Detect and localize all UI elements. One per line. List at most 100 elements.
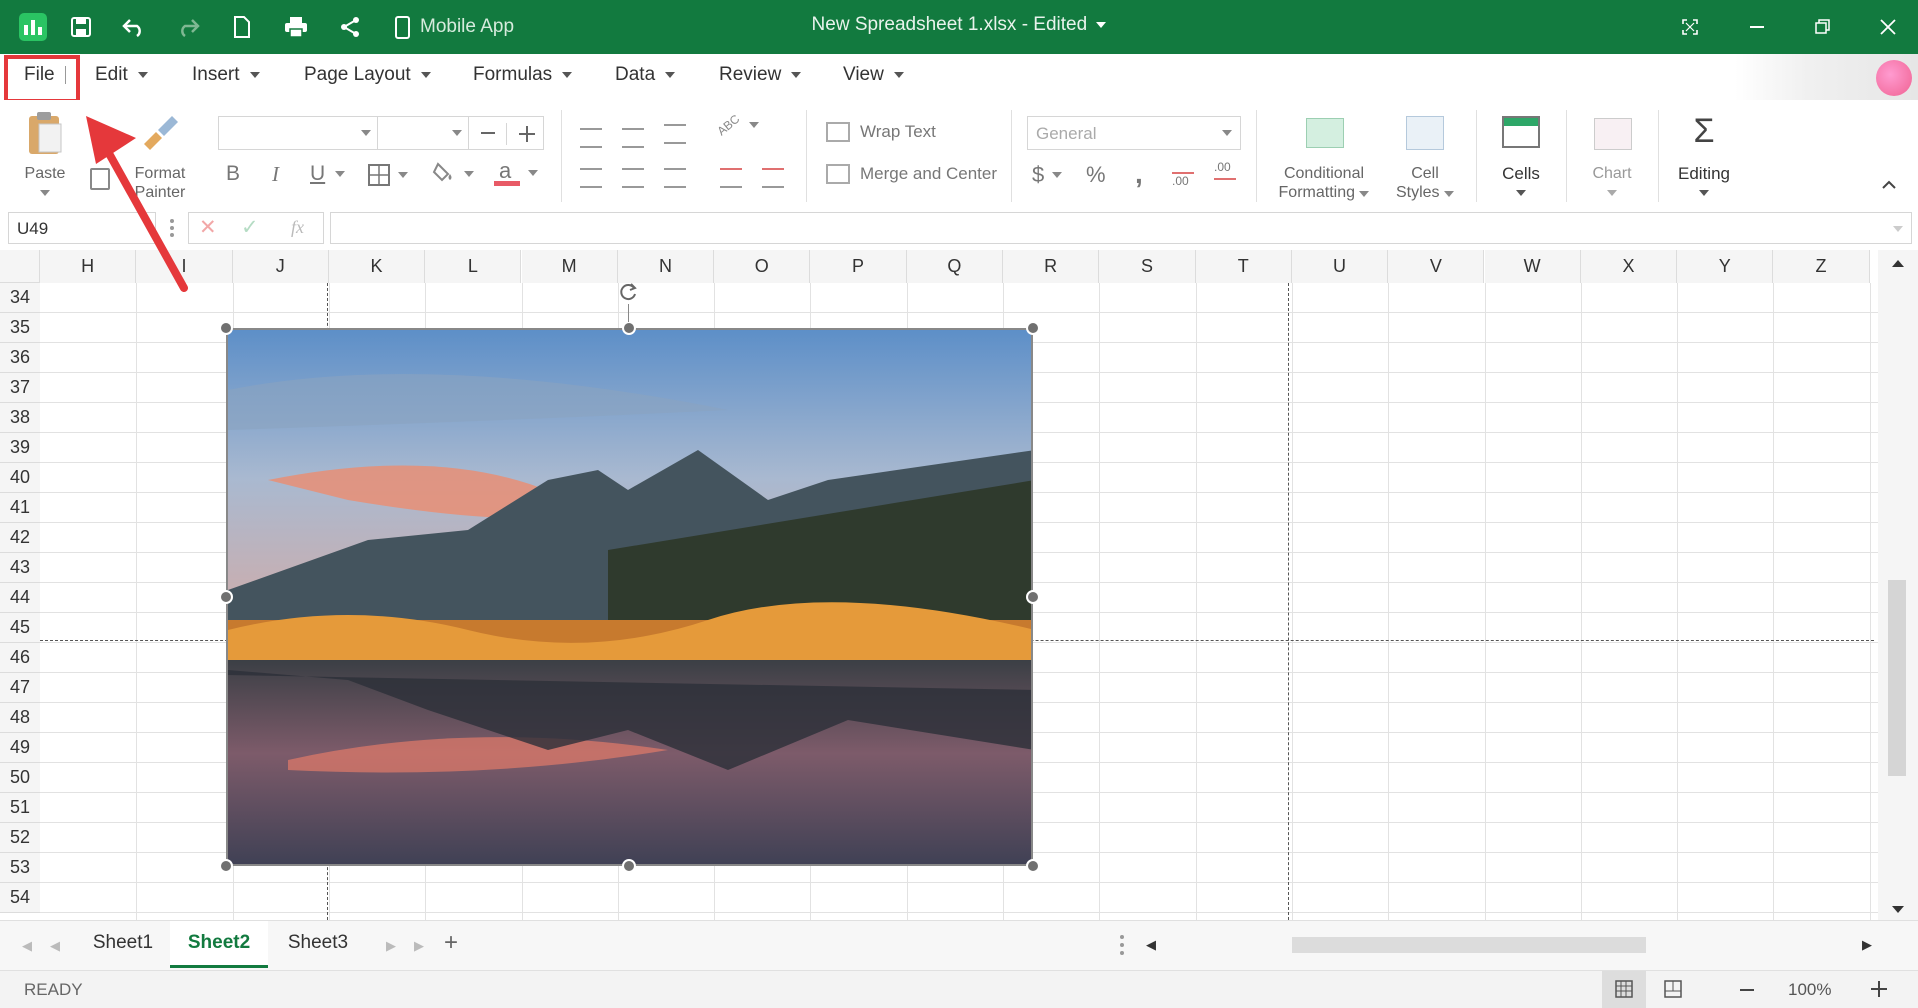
zoom-in-icon[interactable] <box>1871 981 1887 997</box>
collapse-ribbon-icon[interactable] <box>1882 176 1896 190</box>
vertical-scrollbar[interactable] <box>1878 250 1918 920</box>
row-header[interactable]: 36 <box>0 343 40 373</box>
avatar[interactable] <box>1876 60 1912 96</box>
column-header[interactable]: J <box>232 250 329 283</box>
column-header[interactable]: R <box>1003 250 1100 283</box>
menu-view[interactable]: View <box>843 64 904 86</box>
sheet-tab-sheet1[interactable]: Sheet1 <box>82 921 164 965</box>
column-header[interactable]: Z <box>1773 250 1870 283</box>
spreadsheet-grid[interactable]: HIJKLMNOPQRSTUVWXYZ 34 35 36 37 38 39 40 41 42 43… <box>0 250 1918 920</box>
fx-icon[interactable]: fx <box>291 217 304 238</box>
chevron-down-icon[interactable] <box>1893 226 1903 232</box>
menu-review[interactable]: Review <box>719 64 802 86</box>
merge-center-button[interactable]: Merge and Center <box>826 164 997 184</box>
resize-handle-left[interactable] <box>219 590 233 604</box>
row-header[interactable]: 43 <box>0 553 40 583</box>
align-right-icon[interactable] <box>664 168 686 188</box>
row-header[interactable]: 45 <box>0 613 40 643</box>
row-header[interactable]: 49 <box>0 733 40 763</box>
column-header[interactable]: O <box>714 250 811 283</box>
resize-handle-top-right[interactable] <box>1026 321 1040 335</box>
increase-decimal-button[interactable]: .00 <box>1172 160 1194 190</box>
scroll-right-icon[interactable]: ▶ <box>1862 937 1872 953</box>
zoom-level[interactable]: 100% <box>1788 980 1831 1000</box>
window-title[interactable]: New Spreadsheet 1.xlsx - Edited <box>0 14 1918 36</box>
wrap-text-button[interactable]: Wrap Text <box>826 122 936 142</box>
resize-handle-bottom-right[interactable] <box>1026 859 1040 873</box>
percent-button[interactable]: % <box>1086 162 1106 188</box>
decrease-font-icon[interactable] <box>481 132 495 134</box>
menu-insert[interactable]: Insert <box>192 64 260 86</box>
column-header[interactable]: W <box>1484 250 1581 283</box>
row-header[interactable]: 35 <box>0 313 40 343</box>
last-sheet-icon[interactable]: ▶ <box>414 938 424 954</box>
paste-button[interactable]: Paste <box>20 110 70 202</box>
column-header[interactable]: S <box>1099 250 1196 283</box>
chart-button[interactable]: Chart <box>1580 112 1644 204</box>
sheet-tab-sheet2[interactable]: Sheet2 <box>170 921 268 968</box>
align-center-icon[interactable] <box>622 168 644 188</box>
row-header[interactable]: 40 <box>0 463 40 493</box>
text-orientation-button[interactable]: ABC <box>714 112 759 138</box>
column-header[interactable]: Y <box>1677 250 1774 283</box>
resize-handle-right[interactable] <box>1026 590 1040 604</box>
formula-input[interactable] <box>330 212 1912 244</box>
editing-button[interactable]: Σ Editing <box>1672 112 1736 204</box>
comma-style-icon[interactable]: , <box>1135 158 1143 190</box>
first-sheet-icon[interactable]: ◀ <box>22 938 32 954</box>
menu-data[interactable]: Data <box>615 64 676 86</box>
row-header[interactable]: 51 <box>0 793 40 823</box>
cell-styles-button[interactable]: Cell Styles <box>1388 112 1462 204</box>
cells-button[interactable]: Cells <box>1490 112 1552 204</box>
number-format-select[interactable]: General <box>1027 116 1241 150</box>
scroll-up-icon[interactable] <box>1892 260 1904 267</box>
increase-indent-icon[interactable] <box>762 168 784 188</box>
cancel-icon[interactable]: ✕ <box>199 215 217 240</box>
resize-handle-bottom-left[interactable] <box>219 859 233 873</box>
minimize-icon[interactable] <box>1745 13 1769 41</box>
row-header[interactable]: 42 <box>0 523 40 553</box>
conditional-formatting-button[interactable]: Conditional Formatting <box>1272 112 1376 204</box>
scroll-left-icon[interactable]: ◀ <box>1146 937 1156 953</box>
normal-view-button[interactable] <box>1602 971 1646 1008</box>
decrease-indent-icon[interactable] <box>720 168 742 188</box>
font-family-select[interactable] <box>218 116 378 150</box>
sheet-tab-sheet3[interactable]: Sheet3 <box>276 921 360 965</box>
row-header[interactable]: 48 <box>0 703 40 733</box>
column-header[interactable]: U <box>1291 250 1389 283</box>
scroll-down-icon[interactable] <box>1892 906 1904 913</box>
column-header[interactable]: P <box>810 250 907 283</box>
row-header[interactable]: 52 <box>0 823 40 853</box>
increase-font-icon[interactable] <box>519 126 535 142</box>
column-header[interactable]: V <box>1388 250 1485 283</box>
underline-button[interactable]: U <box>310 162 346 186</box>
currency-button[interactable]: $ <box>1032 162 1063 188</box>
borders-button[interactable] <box>368 164 408 186</box>
row-header[interactable]: 54 <box>0 883 40 913</box>
row-header[interactable]: 41 <box>0 493 40 523</box>
align-left-icon[interactable] <box>580 168 602 188</box>
account-area[interactable] <box>1735 54 1918 100</box>
column-header[interactable]: N <box>617 250 715 283</box>
resize-handle-top-left[interactable] <box>219 321 233 335</box>
column-header[interactable]: Q <box>906 250 1003 283</box>
resize-handle-bottom[interactable] <box>622 859 636 873</box>
row-header[interactable]: 44 <box>0 583 40 613</box>
align-bottom-icon[interactable] <box>664 124 686 144</box>
menu-formulas[interactable]: Formulas <box>473 64 573 86</box>
align-middle-icon[interactable] <box>622 128 644 148</box>
page-view-button[interactable] <box>1664 980 1682 998</box>
row-header[interactable]: 37 <box>0 373 40 403</box>
fullscreen-icon[interactable] <box>1678 13 1702 41</box>
row-header[interactable]: 38 <box>0 403 40 433</box>
font-size-select[interactable] <box>377 116 469 150</box>
row-header[interactable]: 34 <box>0 283 40 313</box>
italic-button[interactable]: I <box>272 162 279 187</box>
row-header[interactable]: 46 <box>0 643 40 673</box>
menu-page-layout[interactable]: Page Layout <box>304 64 431 86</box>
font-size-stepper[interactable] <box>468 116 544 150</box>
bold-button[interactable]: B <box>226 162 240 186</box>
row-header[interactable]: 39 <box>0 433 40 463</box>
next-sheet-icon[interactable]: ▶ <box>386 938 396 954</box>
select-all-corner[interactable] <box>0 250 40 283</box>
